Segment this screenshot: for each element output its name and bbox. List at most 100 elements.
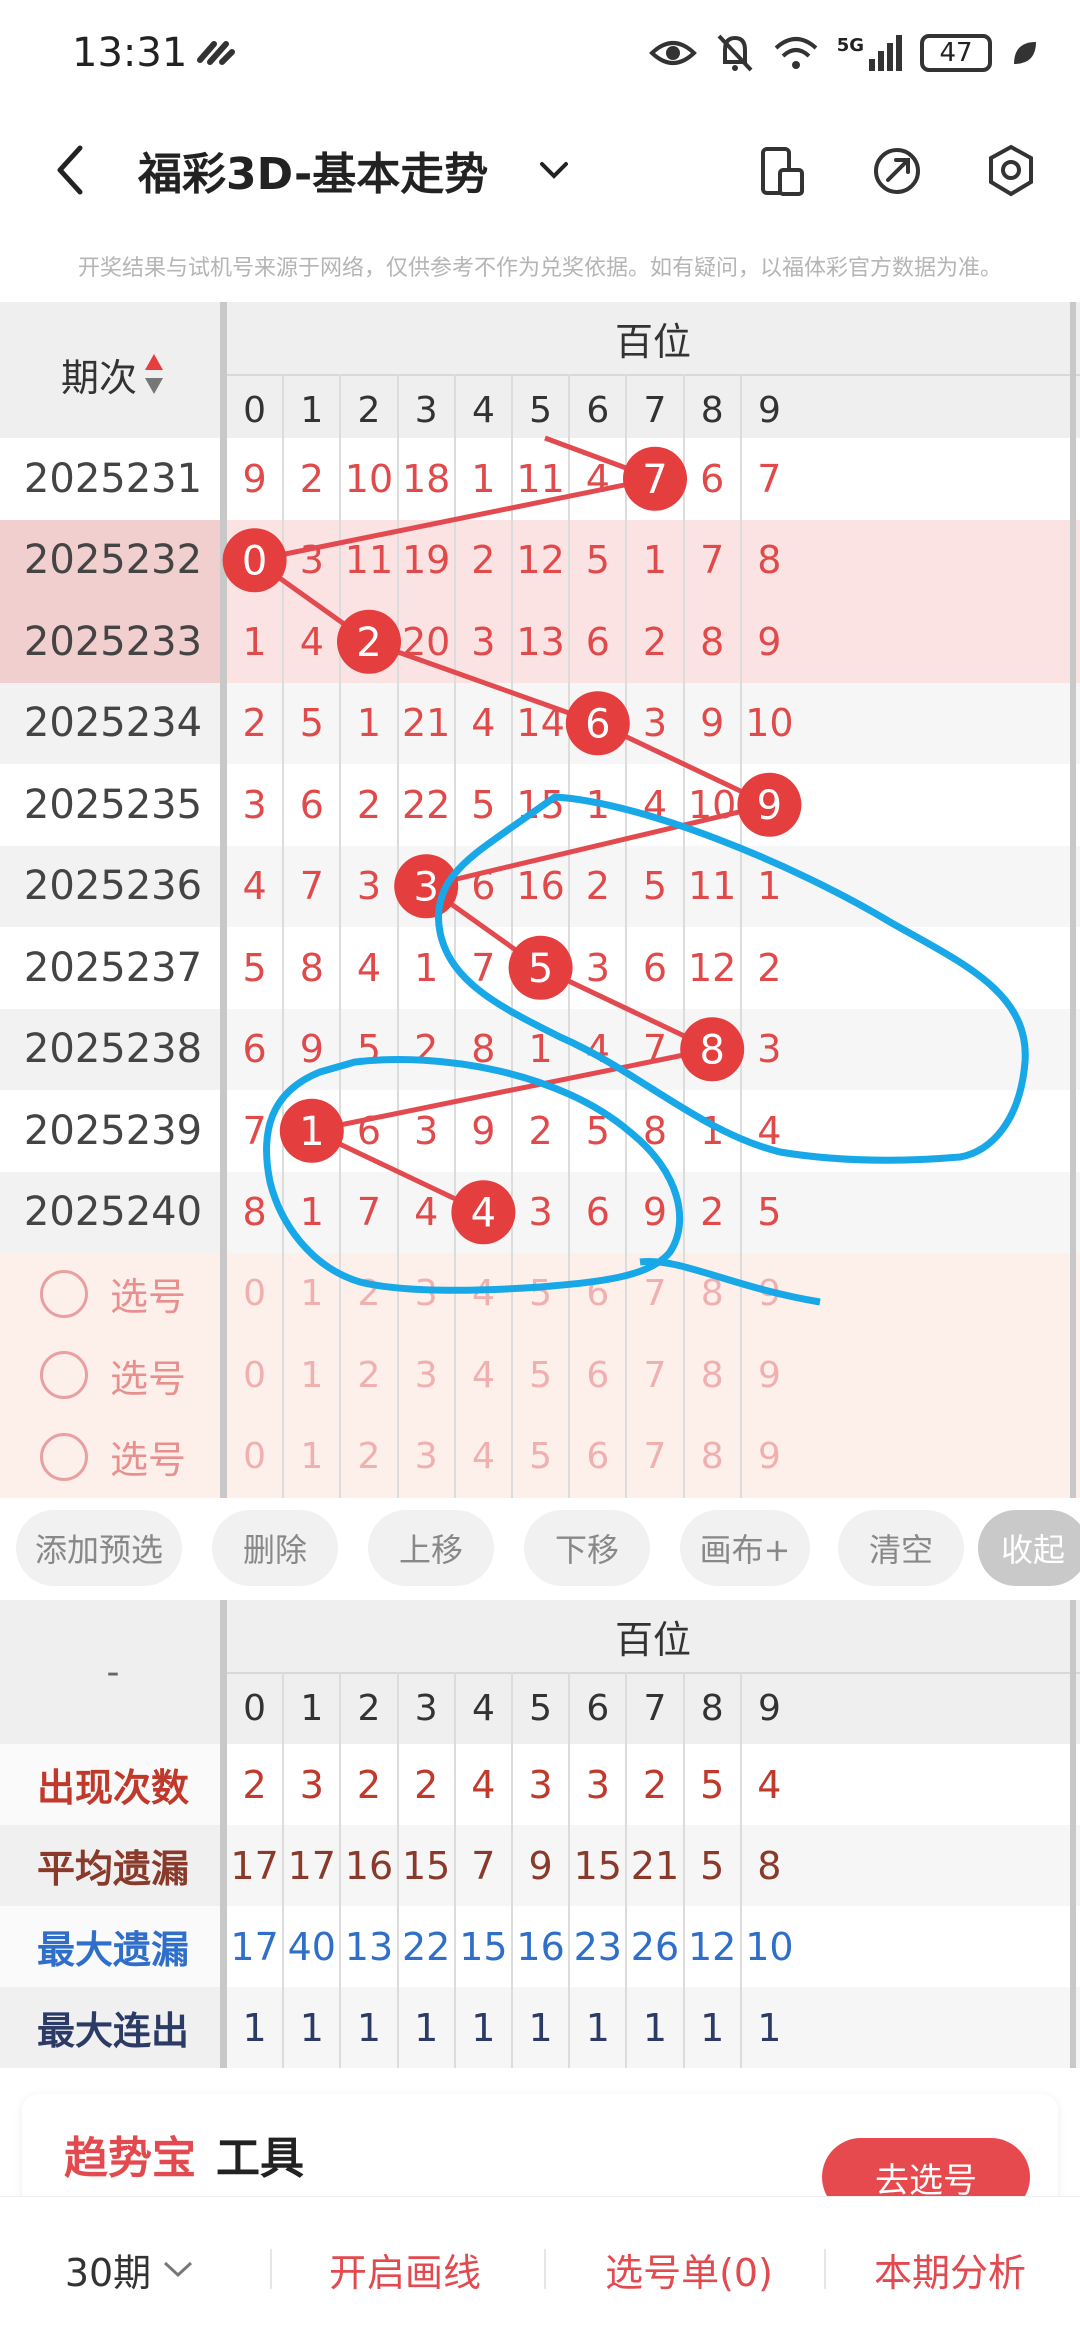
stats-value-cell: 2 [242,1762,267,1807]
digit-header: 8 [700,1687,724,1729]
stats-value-cell: 1 [299,2005,324,2050]
disclaimer-text: 开奖结果与试机号来源于网络，仅供参考不作为兑奖依据。如有疑问，以福体彩官方数据为… [77,256,1002,281]
trend-chart-screen: 13:31 5G 47 福彩3D-基本走势 开奖结果与试机号来源于网络，仅供参考… [0,0,1080,2340]
stats-value-cell: 13 [344,1924,394,1969]
chevron-down-icon [164,2261,193,2278]
group-header-hundreds: 百位 [614,1617,691,1662]
grid-line [625,1672,628,2068]
stats-value-cell: 5 [700,1843,725,1888]
stats-value-cell: 15 [459,1924,508,1969]
chevron-down-icon[interactable] [538,158,570,182]
status-icons: 5G 47 [648,28,1040,78]
stats-value-cell: 1 [585,2005,610,2050]
stats-value-cell: 2 [356,1762,382,1807]
stats-value-cell: 7 [471,1843,496,1888]
stats-value-cell: 21 [630,1843,680,1888]
stats-value-cell: 1 [356,2005,382,2050]
stats-table: - 百位 0 1 2 3 4 5 6 7 8 9 出现次数 2 3 2 2 4 3 3 2 5 4 平均遗漏 17 17 16 15 7… [0,1600,1080,2076]
hand-drawn-circle [263,1056,821,1306]
stats-value-cell: 3 [528,1762,553,1807]
digit-header: 5 [529,1687,553,1729]
action-button[interactable]: 画布+ [680,1510,810,1586]
digit-header: 9 [757,1687,781,1729]
winning-number-text: 1 [299,1109,324,1155]
winning-number-text: 4 [471,1190,496,1236]
stats-value-cell: 1 [528,2005,553,2050]
status-time: 13:31 [72,30,188,76]
share-icon[interactable] [872,146,922,196]
stats-value-cell: 1 [757,2005,782,2050]
winning-number-text: 7 [642,457,667,503]
period-analysis-button[interactable]: 本期分析 [840,2197,1060,2340]
stats-value-cell: 2 [414,1762,439,1807]
stats-value-cell: 4 [757,1762,782,1807]
digit-header: 2 [357,1687,381,1729]
mute-bell-icon [717,34,753,72]
action-button[interactable]: 清空 [838,1510,964,1586]
wifi-icon [774,37,818,69]
action-button[interactable]: 下移 [524,1510,650,1586]
stats-value-cell: 40 [287,1924,336,1969]
leaf-icon [1014,42,1036,64]
app-header: 福彩3D-基本走势 [0,120,1080,220]
digit-header: 0 [243,1687,267,1729]
eye-icon [648,41,697,65]
stats-row-label: 最大遗漏 [0,1906,226,1987]
status-bar: 13:31 5G 47 [0,0,1080,120]
tool-brand: 趋势宝 [64,2133,196,2184]
stats-value-cell: 3 [585,1762,610,1807]
trend-table: 期次 百位 0 1 2 3 4 5 6 7 8 9 2025231 9 2 10 18 1 11 4 6 7 2025232… [0,302,1080,1498]
winning-number-text: 9 [757,783,782,829]
selection-list-button[interactable]: 选号单(0) [564,2197,814,2340]
settings-icon[interactable] [986,144,1036,198]
bottom-toolbar: 30期 开启画线 选号单(0) 本期分析 [0,2196,1080,2340]
stats-value-cell: 17 [230,1924,279,1969]
stats-value-cell: 5 [700,1762,725,1807]
battery-icon: 47 [920,34,992,72]
signal-icon: 5G [837,35,902,71]
grid-line [453,1672,456,2068]
action-button[interactable]: 删除 [212,1510,338,1586]
rotate-screen-icon[interactable] [760,146,806,198]
action-button[interactable]: 上移 [368,1510,494,1586]
stats-corner: - [106,1651,120,1693]
frozen-column-divider [220,1600,227,2068]
grid-line [739,1672,742,2068]
winning-number-text: 0 [242,538,267,584]
grid-line [339,1672,342,2068]
stats-row-label: 出现次数 [0,1744,226,1825]
stats-value-cell: 4 [471,1762,496,1807]
stats-value-cell: 17 [230,1843,279,1888]
digit-header: 1 [300,1687,324,1729]
digit-header: 7 [643,1687,667,1729]
stats-value-cell: 12 [688,1924,737,1969]
winning-number-text: 5 [528,946,553,992]
grid-line [511,1672,513,2068]
stats-value-cell: 22 [402,1924,451,1969]
digit-header: 4 [471,1687,495,1729]
hd-voice-icon [197,41,235,65]
stats-value-cell: 26 [630,1924,680,1969]
draw-line-button[interactable]: 开启画线 [290,2197,520,2340]
divider [544,2249,546,2289]
stats-value-cell: 16 [344,1843,394,1888]
grid-line [682,1672,685,2068]
action-button[interactable]: 添加预选 [16,1510,182,1586]
periods-selector[interactable]: 30期 [30,2197,230,2340]
winning-number-text: 6 [585,701,610,747]
stats-value-cell: 1 [414,2005,439,2050]
divider [824,2249,826,2289]
stats-value-cell: 1 [642,2005,668,2050]
stats-value-cell: 1 [471,2005,496,2050]
grid-line [568,1672,571,2068]
stats-value-cell: 9 [528,1843,553,1888]
digit-header: 6 [586,1687,610,1729]
back-arrow-icon[interactable] [52,142,88,198]
stats-value-cell: 23 [573,1924,622,1969]
action-button[interactable]: 收起 [978,1510,1080,1586]
stats-row-label: 平均遗漏 [0,1825,226,1906]
stats-value-cell: 15 [402,1843,451,1888]
page-title[interactable]: 福彩3D-基本走势 [138,138,488,202]
winning-number-text: 2 [356,620,381,666]
stats-value-cell: 2 [642,1762,668,1807]
